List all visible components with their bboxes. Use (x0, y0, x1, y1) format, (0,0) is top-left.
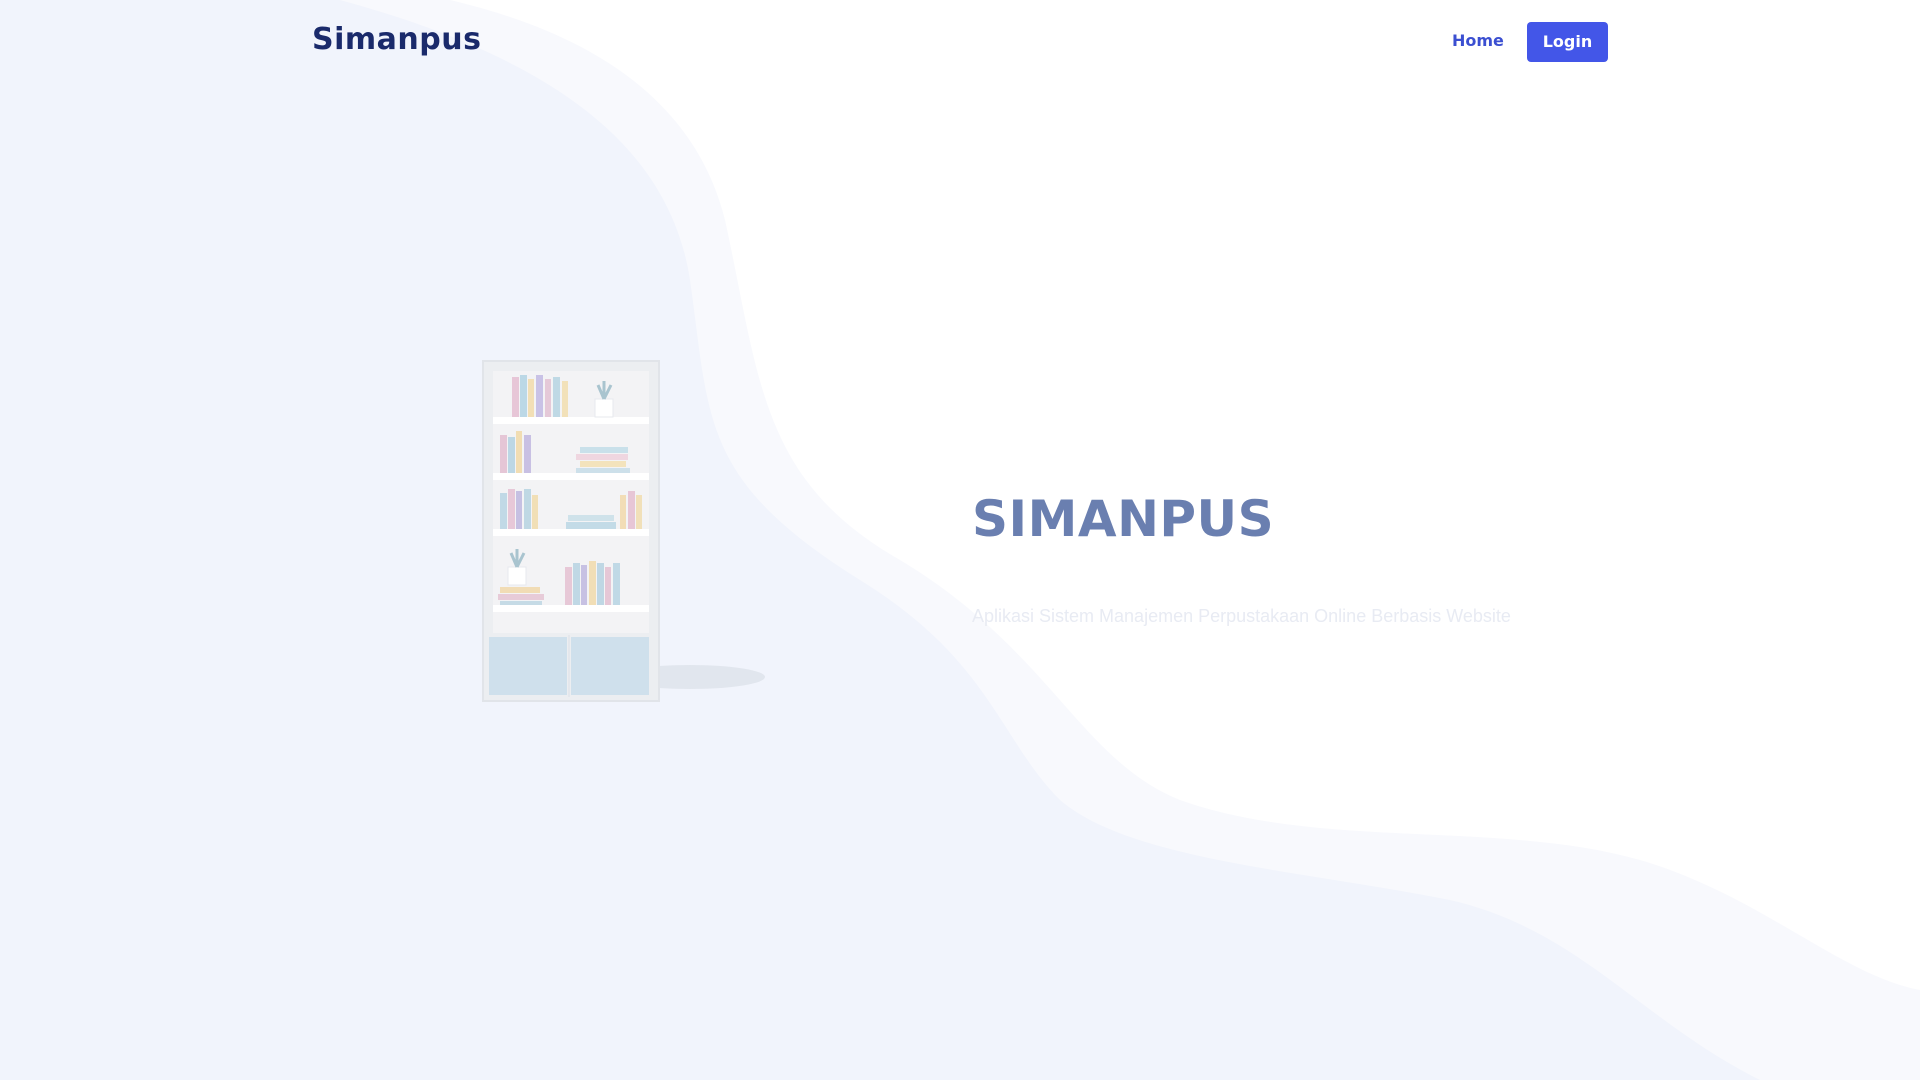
book (536, 375, 543, 417)
book-stack (576, 468, 630, 473)
shelf-2 (493, 473, 649, 480)
book (628, 491, 635, 529)
plant-pot (507, 566, 527, 586)
book-stack (566, 522, 616, 529)
book (532, 495, 538, 529)
book (528, 379, 534, 417)
book (516, 491, 522, 529)
book-stack (568, 515, 614, 521)
hero-title: SIMANPUS (972, 490, 1275, 548)
book-stack (498, 594, 544, 600)
book-stack (500, 601, 542, 605)
book (573, 563, 580, 605)
book (605, 567, 611, 605)
book (524, 435, 531, 473)
book (589, 561, 596, 605)
shelf-3 (493, 529, 649, 536)
book (620, 495, 626, 529)
background-wave (0, 0, 1920, 1080)
nav-home-link[interactable]: Home (1452, 31, 1504, 50)
book (500, 435, 507, 473)
book (500, 493, 507, 529)
book (545, 379, 551, 417)
book (508, 489, 515, 529)
book (613, 563, 620, 605)
book-stack (500, 587, 540, 593)
login-button[interactable]: Login (1527, 22, 1608, 62)
book (512, 377, 519, 417)
plant-pot (594, 398, 614, 418)
book (524, 489, 531, 529)
bookshelf-illustration (482, 360, 765, 702)
shelf-1 (493, 417, 649, 424)
book (553, 377, 560, 417)
background-wave-inner (0, 0, 1760, 1080)
book (520, 375, 527, 417)
brand-logo[interactable]: Simanpus (312, 22, 481, 57)
shelf-4 (493, 605, 649, 612)
book (636, 495, 642, 529)
book (562, 381, 568, 417)
book (516, 431, 522, 473)
book (565, 567, 572, 605)
top-navbar: Simanpus Home Login (0, 0, 1920, 84)
book (581, 565, 587, 605)
book (597, 563, 604, 605)
book-stack (580, 447, 628, 453)
cabinet-door-left (489, 637, 567, 695)
hero-subtitle: Aplikasi Sistem Manajemen Perpustakaan O… (972, 606, 1511, 626)
book-stack (576, 454, 628, 460)
landing-page: Simanpus Home Login SIMANPUS Aplikasi Si… (0, 0, 1920, 1080)
book-stack (580, 461, 626, 467)
book (508, 437, 515, 473)
cabinet-door-right (571, 637, 649, 695)
